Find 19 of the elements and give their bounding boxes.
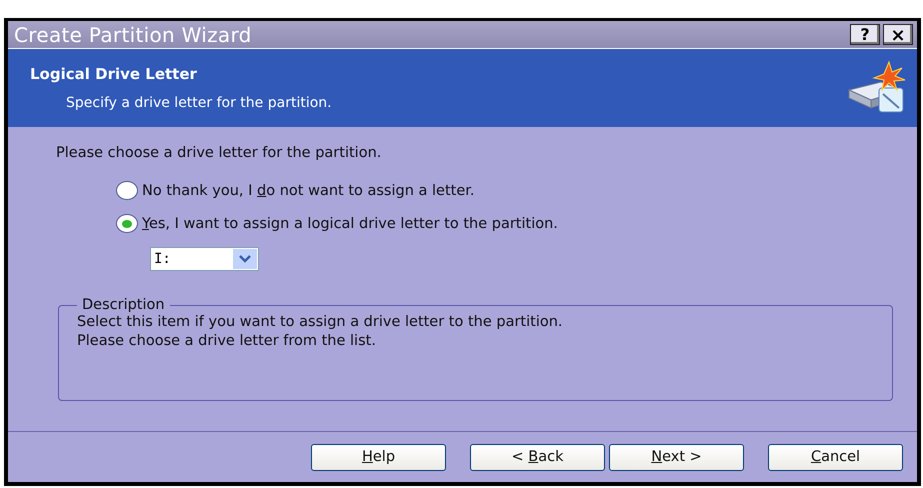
description-text: Select this item if you want to assign a drive letter to the partition. bbox=[77, 313, 564, 332]
wizard-button[interactable]: Help bbox=[311, 444, 446, 470]
close-button[interactable]: × bbox=[883, 24, 913, 45]
wizard-button[interactable]: Next > bbox=[609, 444, 744, 470]
page-heading: Logical Drive Letter bbox=[30, 65, 198, 83]
window-title: Create Partition Wizard bbox=[14, 22, 252, 46]
radio-option[interactable]: Yes, I want to assign a logical drive letter to the partition. bbox=[116, 214, 558, 233]
description-text: Please choose a drive letter from the list. bbox=[77, 332, 377, 351]
wizard-button[interactable]: < Back bbox=[470, 444, 605, 470]
page-subtitle: Specify a drive letter for the partition. bbox=[65, 95, 332, 111]
radio-button[interactable] bbox=[116, 181, 138, 200]
group-legend: Description bbox=[77, 297, 170, 313]
wizard-button[interactable]: Cancel bbox=[768, 444, 903, 470]
prompt-text: Please choose a drive letter for the partition. bbox=[56, 145, 382, 161]
chevron-down-icon bbox=[239, 255, 251, 263]
radio-button[interactable] bbox=[116, 214, 138, 233]
help-button[interactable]: ? bbox=[850, 24, 880, 45]
drive-letter-dropdown[interactable]: I: bbox=[150, 247, 259, 271]
radio-option[interactable]: No thank you, I do not want to assign a letter. bbox=[116, 181, 474, 200]
